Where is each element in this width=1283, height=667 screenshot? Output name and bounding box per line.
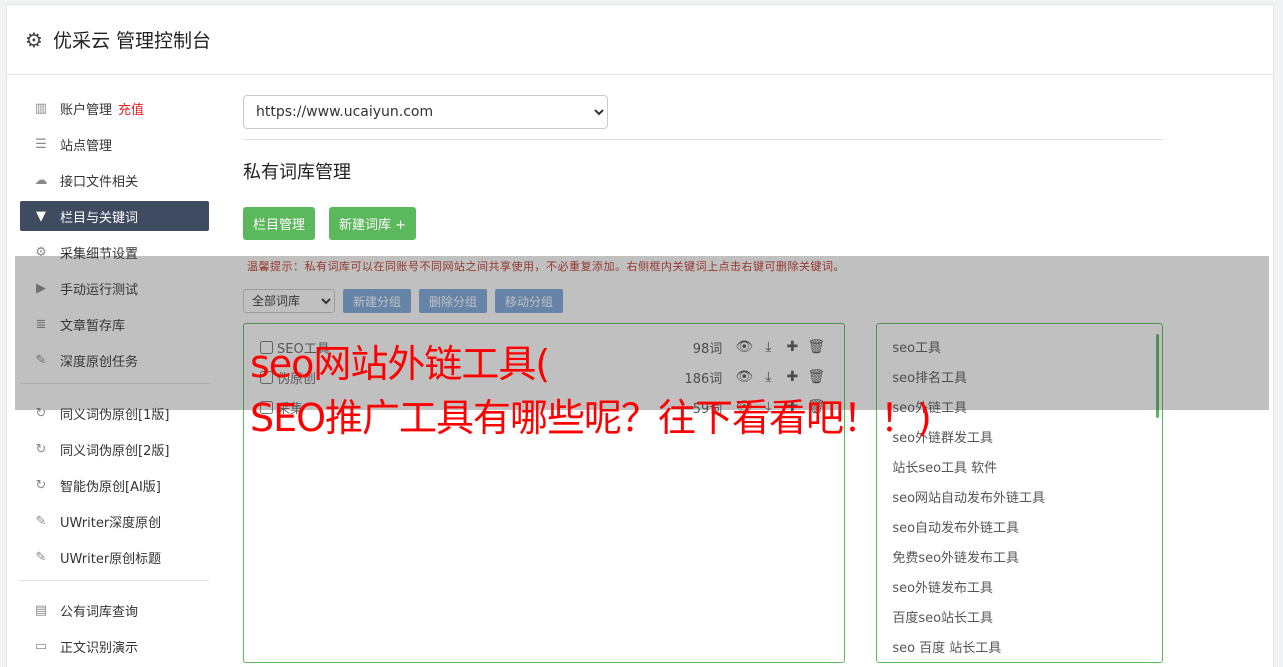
action-buttons: 栏目管理 新建词库 +: [243, 207, 1163, 240]
overlay-line-1: seo网站外链工具(: [250, 342, 550, 386]
book-icon: ▤: [34, 602, 48, 618]
overlay-line-2: SEO推广工具有哪些呢？往下看看吧！！): [250, 396, 932, 440]
sidebar-item-interface[interactable]: ☁ 接口文件相关: [20, 165, 209, 195]
sidebar-item-label: 接口文件相关: [60, 174, 139, 190]
cloud-upload-icon: ☁: [34, 172, 48, 188]
sidebar-item-label: 正文识别演示: [60, 640, 139, 656]
sidebar-item-uwriter-title[interactable]: ✎ UWriter原创标题: [20, 542, 209, 572]
sidebar-item-text-recognition[interactable]: ▭ 正文识别演示: [20, 631, 209, 661]
monitor-icon: ▭: [34, 638, 48, 654]
sidebar-item-label: 账户管理: [60, 102, 113, 118]
keyword-item[interactable]: 百度seo站长工具: [892, 604, 1147, 634]
sidebar-item-public-library[interactable]: ▤ 公有词库查询: [20, 595, 209, 625]
refresh-icon: ↻: [35, 441, 47, 457]
keyword-item[interactable]: seo 百度 站长工具: [892, 634, 1147, 664]
sidebar-item-label: UWriter原创标题: [60, 551, 162, 567]
bar-chart-icon: ▥: [34, 100, 48, 116]
site-select[interactable]: https://www.ucaiyun.com: [243, 95, 608, 129]
columns-manage-button[interactable]: 栏目管理: [243, 207, 316, 240]
new-library-button[interactable]: 新建词库 +: [329, 207, 417, 240]
server-icon: ☰: [35, 136, 47, 152]
sidebar-item-ai-rewrite[interactable]: ↻ 智能伪原创[AI版]: [20, 470, 209, 500]
sidebar-item-sites[interactable]: ☰ 站点管理: [20, 129, 209, 159]
page-title: 优采云 管理控制台: [52, 30, 211, 52]
gear-icon: ⚙: [25, 27, 43, 52]
keyword-item[interactable]: seo网站自动发布外链工具: [892, 484, 1147, 514]
sidebar-item-uwriter-original[interactable]: ✎ UWriter深度原创: [20, 506, 209, 536]
section-title: 私有词库管理: [243, 162, 351, 183]
sidebar-item-label: 同义词伪原创[2版]: [60, 443, 170, 459]
edit-icon: ✎: [35, 513, 47, 529]
overlay-title: seo网站外链工具( SEO推广工具有哪些呢？往下看看吧！！): [250, 337, 932, 445]
keyword-item[interactable]: seo外链发布工具: [892, 574, 1147, 604]
edit-icon: ✎: [35, 549, 47, 565]
sidebar-item-synonym-v2[interactable]: ↻ 同义词伪原创[2版]: [20, 434, 209, 464]
sidebar-item-label: 智能伪原创[AI版]: [60, 479, 161, 495]
refresh-icon: ↻: [35, 477, 47, 493]
keyword-item[interactable]: 免费seo外链发布工具: [892, 544, 1147, 574]
sidebar-item-label: 公有词库查询: [60, 604, 139, 620]
sidebar-item-label: UWriter深度原创: [60, 515, 162, 531]
divider: [243, 139, 1163, 140]
keyword-item[interactable]: seo自动发布外链工具: [892, 514, 1147, 544]
sidebar-item-columns-keywords[interactable]: ▼ 栏目与关键词: [20, 201, 209, 231]
recharge-link[interactable]: 充值: [118, 99, 144, 118]
header: ⚙ 优采云 管理控制台: [7, 5, 1273, 75]
sidebar-item-account[interactable]: ▥ 账户管理 充值: [20, 93, 209, 123]
keyword-item[interactable]: 站长seo工具 软件: [892, 454, 1147, 484]
filter-icon: ▼: [36, 208, 46, 224]
nav-divider: [20, 580, 209, 581]
sidebar-item-label: 站点管理: [60, 138, 113, 154]
sidebar-item-label: 栏目与关键词: [60, 210, 139, 226]
